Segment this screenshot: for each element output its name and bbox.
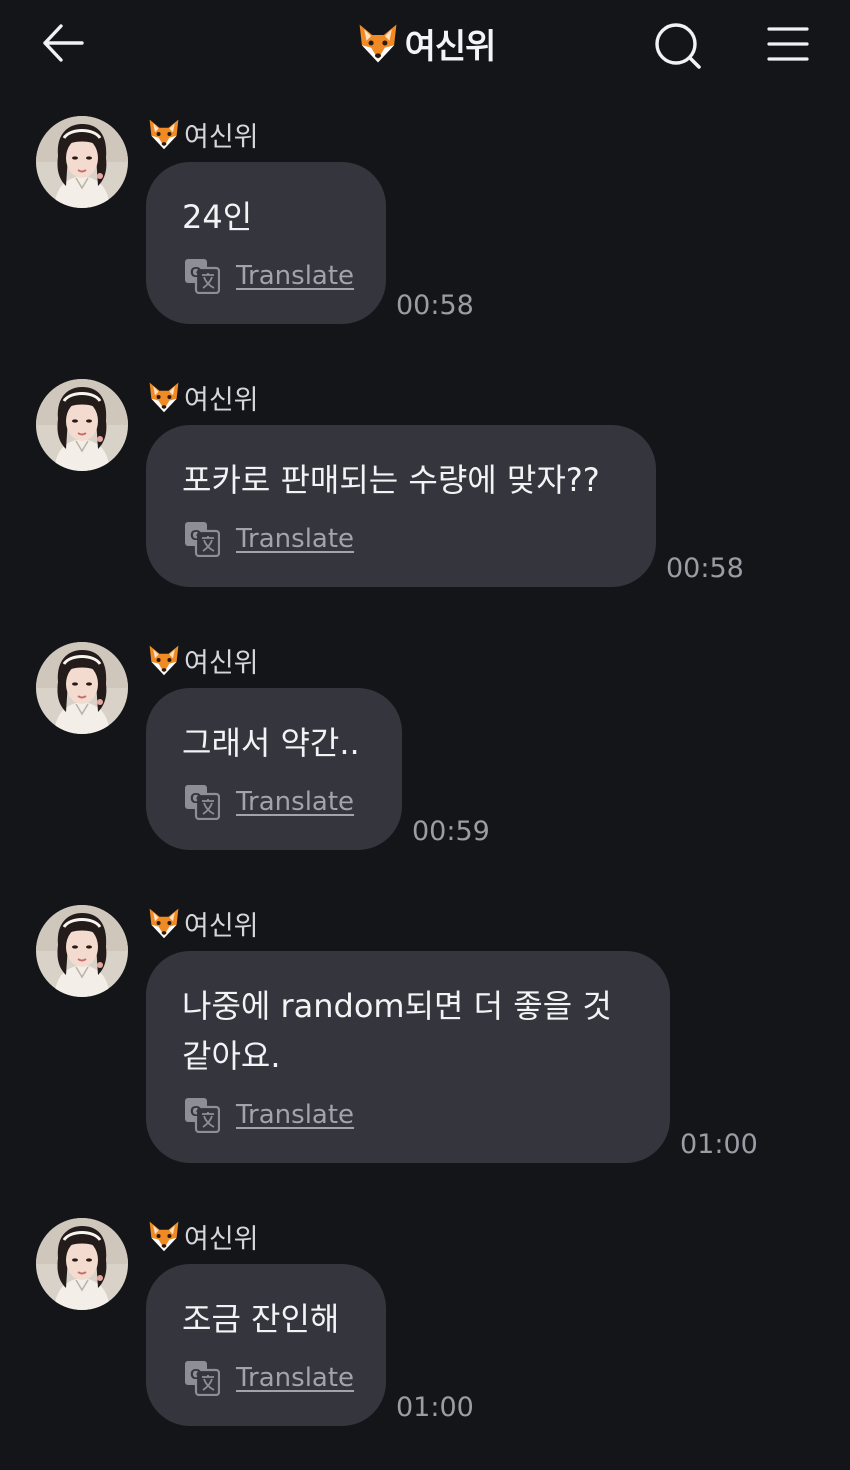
avatar[interactable] [36,116,128,208]
message-time: 00:58 [396,290,474,321]
chat-header: 여신위 [0,0,850,88]
message-bubble[interactable]: 조금 잔인해 Translate [146,1264,386,1426]
translate-button[interactable]: Translate [184,784,354,820]
search-button[interactable] [648,16,708,76]
translate-label: Translate [236,524,355,554]
chat-title: 여신위 [0,18,850,68]
sender-name: 여신위 [146,903,259,943]
avatar[interactable] [36,642,128,734]
sender-name-text: 여신위 [184,121,259,153]
translate-button[interactable]: Translate [184,521,354,557]
fox-face-icon [146,1218,182,1254]
google-translate-icon [184,258,220,294]
translate-label: Translate [236,1100,355,1130]
avatar[interactable] [36,1218,128,1310]
google-translate-icon [184,1360,220,1396]
fox-face-icon [146,642,182,678]
message-text: 나중에 random되면 더 좋을 것 같아요. [182,987,612,1075]
google-translate-icon [184,784,220,820]
translate-button[interactable]: Translate [184,258,354,294]
translate-label: Translate [236,261,355,291]
message-bubble[interactable]: 포카로 판매되는 수량에 맞자?? Translate [146,425,656,587]
hamburger-menu-icon [767,27,809,61]
message-bubble[interactable]: 나중에 random되면 더 좋을 것 같아요. Translate [146,951,670,1163]
sender-name-text: 여신위 [184,384,259,416]
translate-button[interactable]: Translate [184,1360,354,1396]
sender-name: 여신위 [146,377,259,417]
message-text: 24인 [182,198,253,236]
sender-name: 여신위 [146,640,259,680]
translate-button[interactable]: Translate [184,1097,354,1133]
sender-name: 여신위 [146,114,259,154]
fox-face-icon [146,905,182,941]
menu-button[interactable] [760,18,816,70]
message-time: 00:59 [412,816,490,847]
message-time: 01:00 [680,1129,758,1160]
sender-name-text: 여신위 [184,647,259,679]
search-icon [655,23,701,69]
sender-name-text: 여신위 [184,910,259,942]
message-text: 조금 잔인해 [182,1300,340,1338]
translate-label: Translate [236,1363,355,1393]
sender-name: 여신위 [146,1216,259,1256]
message-bubble[interactable]: 그래서 약간.. Translate [146,688,402,850]
google-translate-icon [184,1097,220,1133]
translate-label: Translate [236,787,355,817]
message-text: 포카로 판매되는 수량에 맞자?? [182,461,600,499]
sender-name-text: 여신위 [184,1223,259,1255]
avatar[interactable] [36,379,128,471]
message-time: 00:58 [666,553,744,584]
chat-title-text: 여신위 [404,26,497,67]
google-translate-icon [184,521,220,557]
avatar[interactable] [36,905,128,997]
message-text: 그래서 약간.. [182,724,360,762]
fox-face-icon [146,116,182,152]
fox-face-icon [146,379,182,415]
fox-face-icon [355,20,401,66]
message-time: 01:00 [396,1392,474,1423]
message-bubble[interactable]: 24인 Translate [146,162,386,324]
